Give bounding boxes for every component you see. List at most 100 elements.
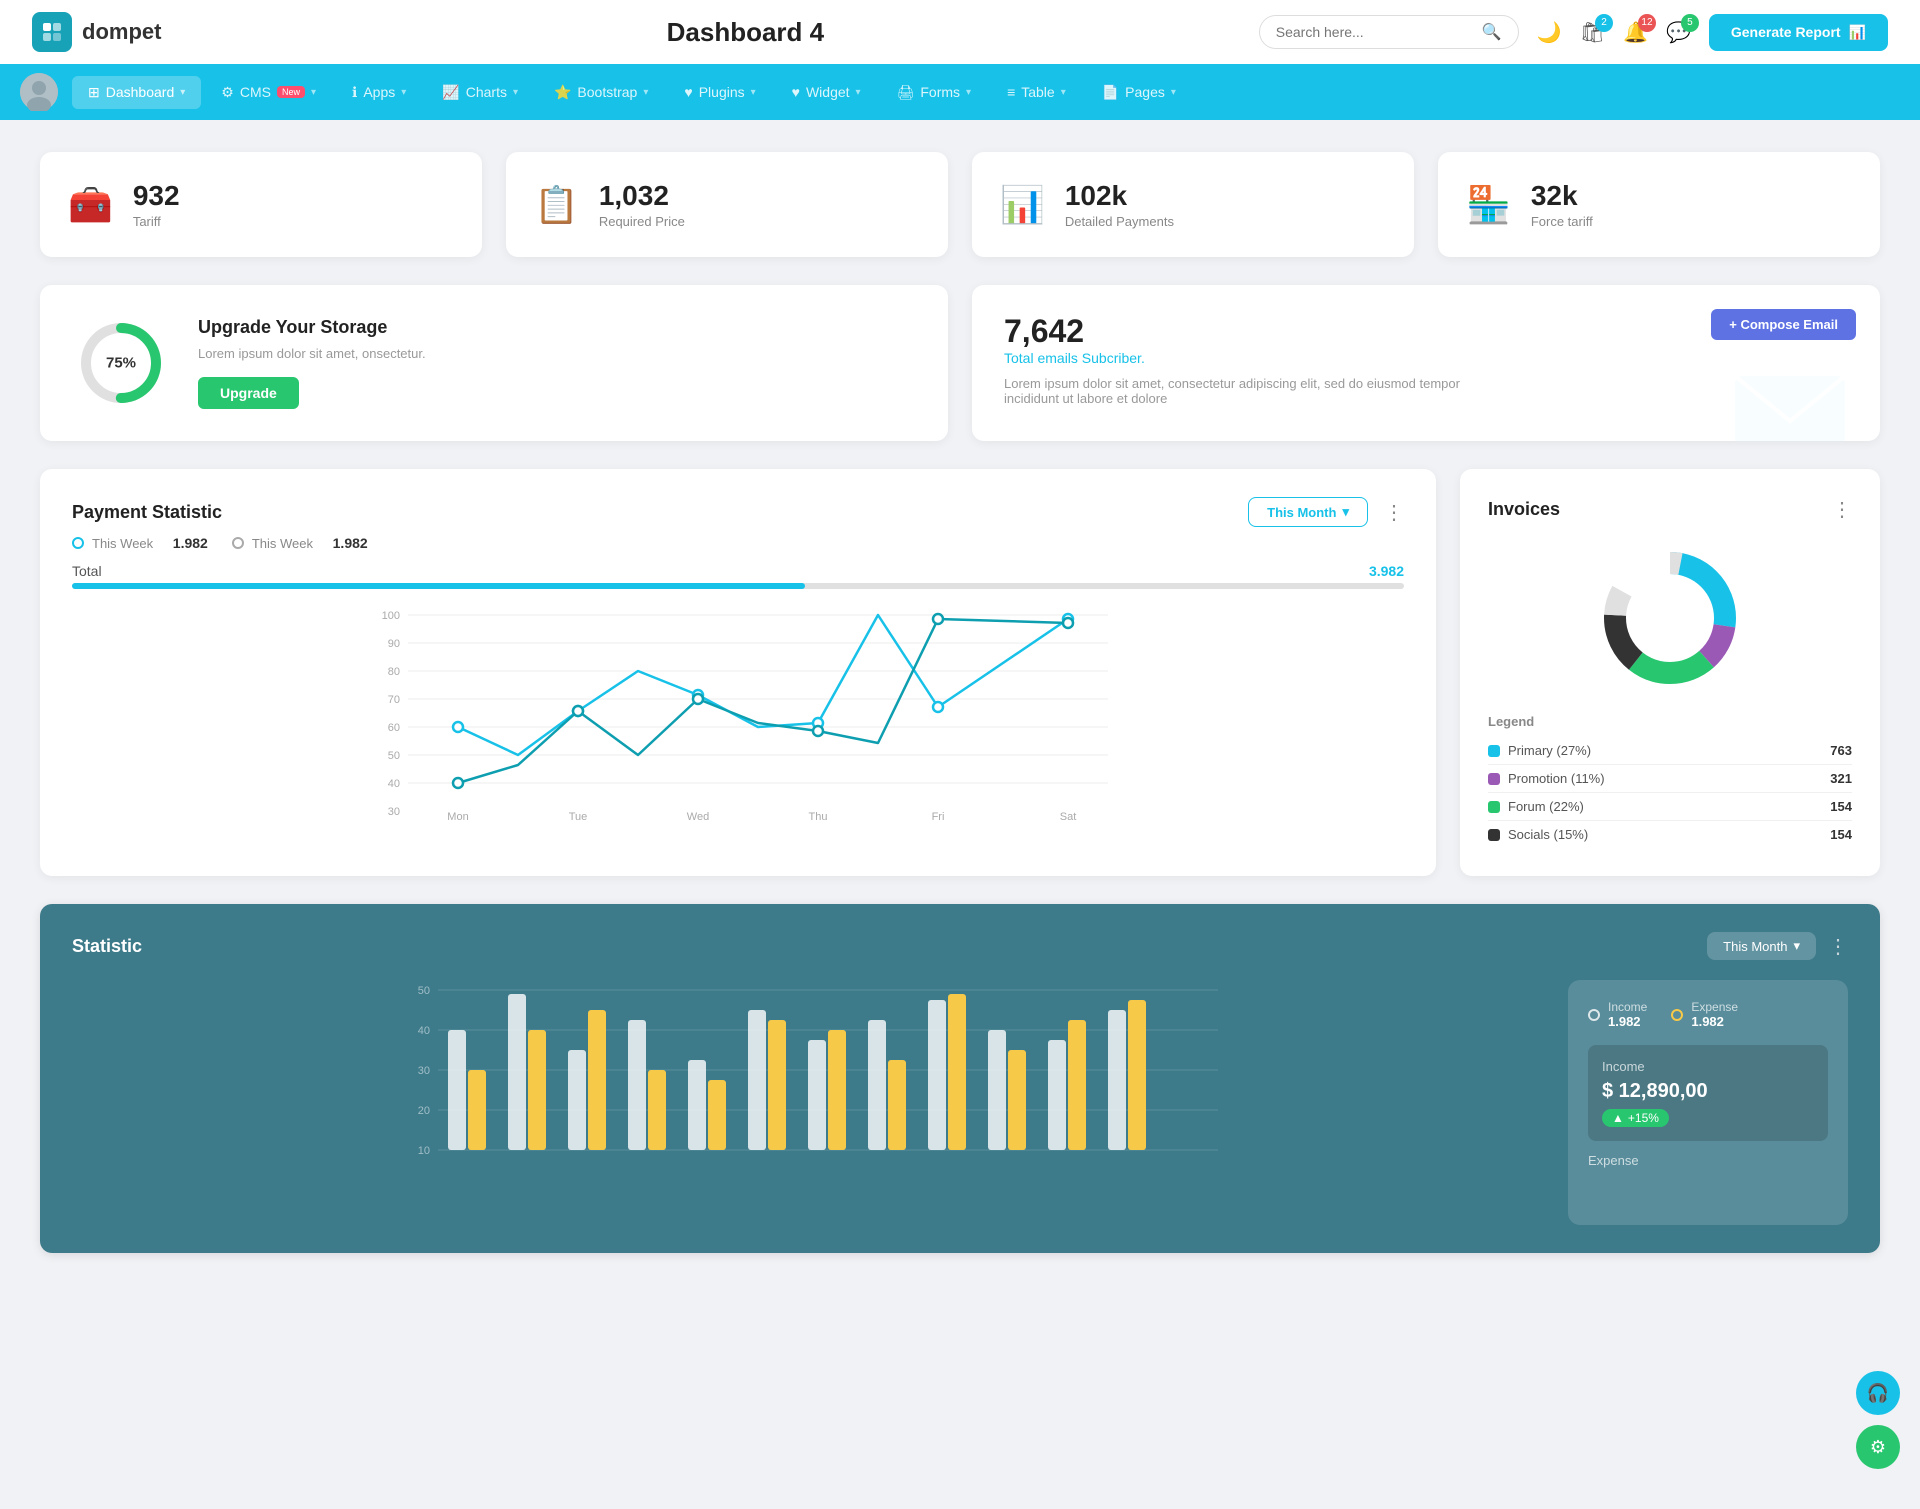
- pages-icon: 📄: [1102, 84, 1119, 101]
- generate-report-button[interactable]: Generate Report 📊: [1709, 14, 1888, 51]
- total-label: Total: [72, 563, 102, 579]
- inv-legend-item-socials: Socials (15%) 154: [1488, 821, 1852, 848]
- nav-item-cms[interactable]: ⚙ CMS New ▾: [205, 76, 332, 109]
- force-tariff-info: 32k Force tariff: [1531, 180, 1593, 229]
- more-options-icon[interactable]: ⋮: [1384, 500, 1404, 525]
- forms-icon: 🖨: [897, 84, 915, 101]
- svg-text:Wed: Wed: [687, 811, 709, 823]
- msg-icon-btn[interactable]: 💬 5: [1666, 20, 1691, 45]
- legend-label-1: This Week: [92, 536, 153, 551]
- email-subtitle: Total emails Subcriber.: [1004, 350, 1848, 366]
- cart-badge: 2: [1595, 14, 1613, 32]
- logo-icon: [32, 12, 72, 52]
- logo-area: dompet: [32, 12, 232, 52]
- statistic-header: Statistic This Month ▾ ⋮: [72, 932, 1848, 960]
- compose-email-button[interactable]: + Compose Email: [1711, 309, 1856, 340]
- bar-chart-svg: 50 40 30 20 10: [72, 980, 1544, 1220]
- upgrade-button[interactable]: Upgrade: [198, 377, 299, 409]
- nav-item-pages[interactable]: 📄 Pages ▾: [1086, 76, 1192, 109]
- bell-icon-btn[interactable]: 🔔 12: [1623, 20, 1648, 45]
- dashboard-arrow: ▾: [180, 87, 185, 98]
- search-input[interactable]: [1276, 24, 1474, 40]
- nav-item-widget[interactable]: ♥ Widget ▾: [776, 76, 877, 108]
- expense-legend-dot: [1671, 1009, 1683, 1021]
- line-chart-svg: 100 90 80 70 60 50 40 30 Mon Tue Wed Thu…: [72, 605, 1404, 825]
- legend-val-1: 1.982: [173, 535, 208, 551]
- storage-donut: 75%: [76, 318, 166, 408]
- income-legend-info: Income 1.982: [1608, 1000, 1647, 1029]
- main-content: 🧰 932 Tariff 📋 1,032 Required Price 📊 10…: [0, 120, 1920, 1285]
- moon-icon[interactable]: 🌙: [1537, 20, 1562, 45]
- legend-this-week-2: This Week 1.982: [232, 535, 368, 551]
- legend-label-2: This Week: [252, 536, 313, 551]
- svg-text:Mon: Mon: [447, 811, 468, 823]
- primary-count: 763: [1830, 743, 1852, 758]
- socials-label: Socials (15%): [1508, 827, 1588, 842]
- float-support-button[interactable]: 🎧: [1856, 1371, 1900, 1415]
- charts-icon: 📈: [442, 84, 459, 101]
- promotion-label: Promotion (11%): [1508, 771, 1605, 786]
- invoices-donut-svg: [1590, 538, 1750, 698]
- primary-dot: [1488, 745, 1500, 757]
- expense-legend-label: Expense: [1691, 1000, 1738, 1014]
- socials-dot: [1488, 829, 1500, 841]
- nav-label-charts: Charts: [466, 84, 507, 100]
- growth-value: +15%: [1628, 1111, 1659, 1125]
- nav-item-plugins[interactable]: ♥ Plugins ▾: [668, 76, 771, 108]
- pages-arrow: ▾: [1171, 87, 1176, 98]
- nav-label-bootstrap: Bootstrap: [577, 84, 637, 100]
- required-price-label: Required Price: [599, 214, 685, 229]
- nav-label-table: Table: [1021, 84, 1054, 100]
- invoices-more-icon[interactable]: ⋮: [1832, 497, 1852, 522]
- nav-item-charts[interactable]: 📈 Charts ▾: [426, 76, 534, 109]
- email-description: Lorem ipsum dolor sit amet, consectetur …: [1004, 376, 1484, 406]
- legend-this-week-1: This Week 1.982: [72, 535, 208, 551]
- legend-val-2: 1.982: [333, 535, 368, 551]
- search-box[interactable]: 🔍: [1259, 15, 1519, 49]
- invoices-legend: Primary (27%) 763 Promotion (11%) 321 Fo…: [1488, 737, 1852, 848]
- forum-label: Forum (22%): [1508, 799, 1584, 814]
- svg-text:Fri: Fri: [932, 811, 945, 823]
- income-legend-dot: [1588, 1009, 1600, 1021]
- cart-icon-btn[interactable]: 🛍 2: [1580, 20, 1605, 45]
- inv-label-forum: Forum (22%): [1488, 799, 1584, 814]
- nav-bar: ⊞ Dashboard ▾ ⚙ CMS New ▾ ℹ Apps ▾ 📈 Cha…: [0, 64, 1920, 120]
- stat-card-tariff: 🧰 932 Tariff: [40, 152, 482, 257]
- charts-arrow: ▾: [513, 87, 518, 98]
- svg-text:30: 30: [388, 806, 400, 818]
- nav-item-dashboard[interactable]: ⊞ Dashboard ▾: [72, 76, 201, 109]
- invoices-card: Invoices ⋮ Legend: [1460, 469, 1880, 876]
- nav-item-table[interactable]: ≡ Table ▾: [991, 76, 1082, 108]
- storage-card: 75% Upgrade Your Storage Lorem ipsum dol…: [40, 285, 948, 441]
- apps-icon: ℹ: [352, 84, 357, 101]
- svg-text:Thu: Thu: [809, 811, 828, 823]
- total-progress-bar: [72, 583, 1404, 589]
- expense-legend-item: Expense 1.982: [1671, 1000, 1738, 1029]
- table-icon: ≡: [1007, 84, 1015, 100]
- inv-legend-item-forum: Forum (22%) 154: [1488, 793, 1852, 821]
- statistic-more-icon[interactable]: ⋮: [1828, 934, 1848, 959]
- statistic-month-filter[interactable]: This Month ▾: [1707, 932, 1816, 960]
- bootstrap-icon: ⭐: [554, 84, 571, 101]
- promotion-count: 321: [1830, 771, 1852, 786]
- growth-arrow: ▲: [1612, 1111, 1624, 1125]
- settings-icon: ⚙: [1870, 1437, 1886, 1458]
- float-buttons: 🎧 ⚙: [1856, 1371, 1900, 1469]
- nav-item-forms[interactable]: 🖨 Forms ▾: [881, 76, 987, 109]
- required-price-icon: 📋: [534, 184, 579, 226]
- svg-text:40: 40: [418, 1025, 430, 1037]
- svg-text:80: 80: [388, 666, 400, 678]
- required-price-value: 1,032: [599, 180, 685, 212]
- search-icon: 🔍: [1482, 22, 1502, 42]
- this-month-filter[interactable]: This Month ▾: [1248, 497, 1368, 527]
- nav-item-bootstrap[interactable]: ⭐ Bootstrap ▾: [538, 76, 664, 109]
- msg-badge: 5: [1681, 14, 1699, 32]
- nav-item-apps[interactable]: ℹ Apps ▾: [336, 76, 422, 109]
- storage-info: Upgrade Your Storage Lorem ipsum dolor s…: [198, 317, 426, 409]
- svg-text:40: 40: [388, 778, 400, 790]
- svg-text:50: 50: [388, 750, 400, 762]
- top-header: dompet Dashboard 4 🔍 🌙 🛍 2 🔔 12 💬 5 Gene…: [0, 0, 1920, 64]
- legend-dot-2: [232, 537, 244, 549]
- socials-count: 154: [1830, 827, 1852, 842]
- float-settings-button[interactable]: ⚙: [1856, 1425, 1900, 1469]
